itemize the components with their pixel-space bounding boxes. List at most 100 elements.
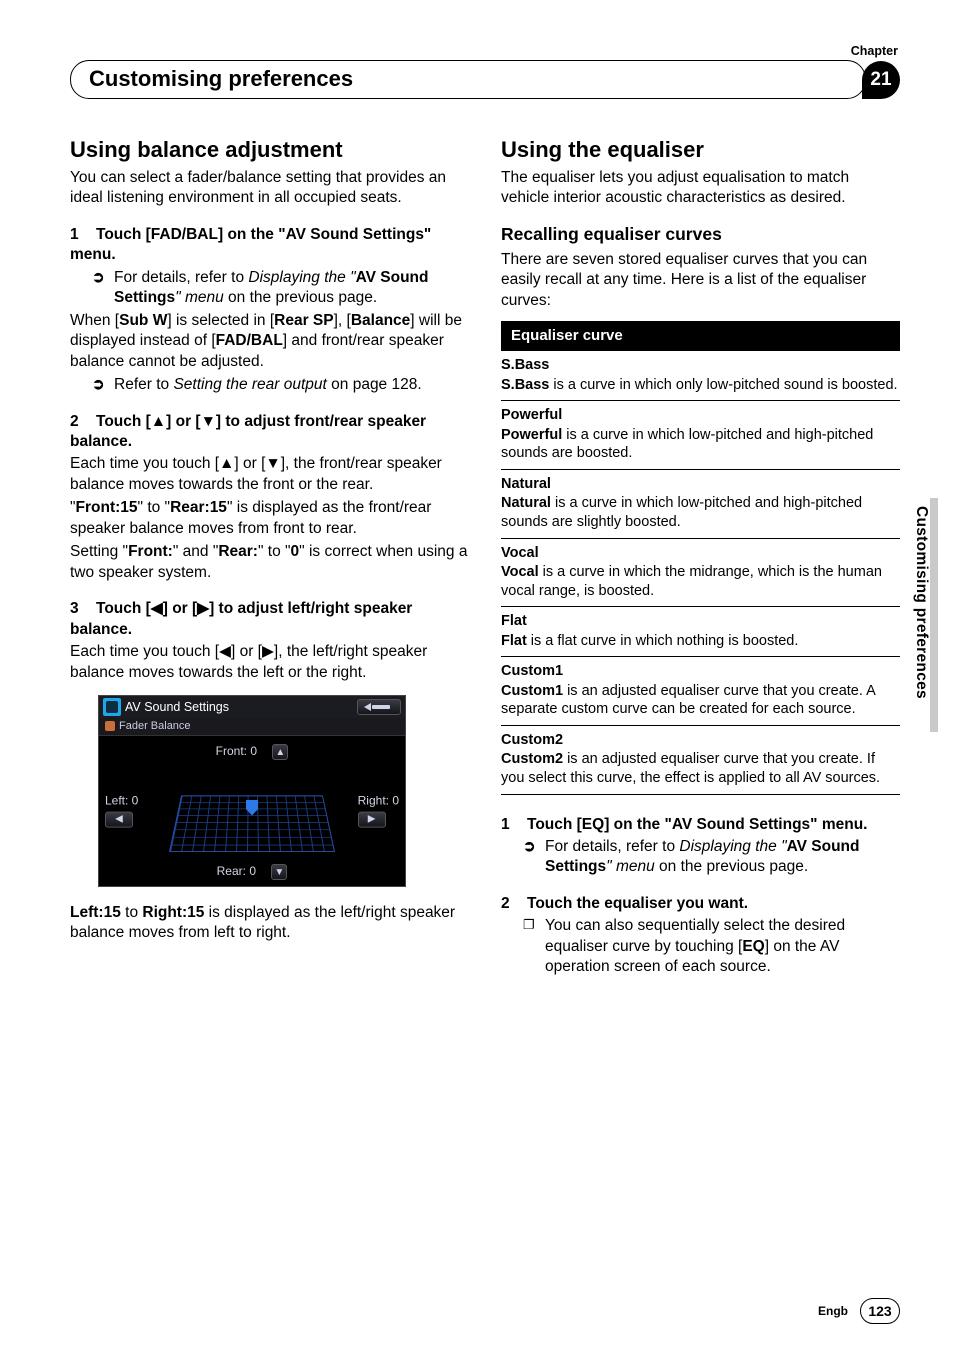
left-label-col: Left: 0 ◀ xyxy=(105,793,138,828)
left-value: Left: 0 xyxy=(105,793,138,807)
t: to xyxy=(121,904,143,921)
eq-step2-number: 2 xyxy=(501,894,527,914)
step2-text-2: "Front:15" to "Rear:15" is displayed as … xyxy=(70,498,469,539)
sub-icon xyxy=(105,721,115,731)
t: ], [ xyxy=(334,312,351,329)
step1-heading: 1Touch [FAD/BAL] on the "AV Sound Settin… xyxy=(70,225,469,266)
ref-text: on the previous page. xyxy=(224,289,377,306)
left-button[interactable]: ◀ xyxy=(105,812,133,828)
right-button[interactable]: ▶ xyxy=(358,812,386,828)
eq-row-title: S.Bass xyxy=(501,356,900,375)
step2-title: Touch [▲] or [▼] to adjust front/rear sp… xyxy=(70,413,426,450)
eq-row-desc: Custom2 is an adjusted equaliser curve t… xyxy=(501,751,880,786)
equaliser-table-row: Flat Flat is a flat curve in which nothin… xyxy=(501,607,900,657)
eq-row-desc: Vocal is a curve in which the midrange, … xyxy=(501,564,882,599)
eq-step1-reference-text: For details, refer to Displaying the "AV… xyxy=(545,837,900,878)
t: Setting the rear output xyxy=(173,376,326,393)
eq-step1-heading: 1Touch [EQ] on the "AV Sound Settings" m… xyxy=(501,815,900,835)
t: Rear SP xyxy=(274,312,333,329)
eq-step2-heading: 2Touch the equaliser you want. xyxy=(501,894,900,914)
pointer-icon: ➲ xyxy=(92,268,114,288)
equaliser-table-row: S.Bass S.Bass is a curve in which only lo… xyxy=(501,351,900,401)
left-right-range-text: Left:15 to Right:15 is displayed as the … xyxy=(70,903,469,944)
left-column: Using balance adjustment You can select … xyxy=(70,135,469,980)
step1-reference: ➲ For details, refer to Displaying the "… xyxy=(92,268,469,309)
t: Front:15 xyxy=(76,499,138,516)
ref-italic: Displaying the xyxy=(248,269,350,286)
eq-row-title: Natural xyxy=(501,475,900,494)
eq-step2-note-text: You can also sequentially select the des… xyxy=(545,916,900,977)
step2-text-1: Each time you touch [▲] or [▼], the fron… xyxy=(70,454,469,495)
step1-title: Touch [FAD/BAL] on the "AV Sound Setting… xyxy=(70,226,431,263)
eq-row-title: Powerful xyxy=(501,406,900,425)
step1-note-subw: When [Sub W] is selected in [Rear SP], [… xyxy=(70,311,469,372)
eq-row-desc: Custom1 is an adjusted equaliser curve t… xyxy=(501,683,875,718)
heading-recalling-curves: Recalling equaliser curves xyxy=(501,223,900,246)
pointer-icon: ➲ xyxy=(523,837,545,857)
t: Rear: xyxy=(218,543,258,560)
down-button[interactable]: ▼ xyxy=(271,864,287,880)
step1-reference-text: For details, refer to Displaying the "AV… xyxy=(114,268,469,309)
t: " to " xyxy=(258,543,291,560)
step2-text-3: Setting "Front:" and "Rear:" to "0" is c… xyxy=(70,542,469,583)
eq-row-desc: S.Bass is a curve in which only low-pitc… xyxy=(501,377,898,393)
ref-text: For details, refer to xyxy=(114,269,248,286)
rear-label-row: Rear: 0 ▼ xyxy=(99,864,405,880)
front-label-row: Front: 0 ▲ xyxy=(99,744,405,760)
t: FAD/BAL xyxy=(216,332,283,349)
t: " menu xyxy=(606,858,655,875)
equaliser-table-row: Custom2Custom2 is an adjusted equaliser … xyxy=(501,726,900,795)
front-value: Front: 0 xyxy=(216,744,257,758)
equaliser-intro: The equaliser lets you adjust equalisati… xyxy=(501,168,900,209)
t: Left:15 xyxy=(70,904,121,921)
right-value: Right: 0 xyxy=(358,793,399,807)
eq-step1-title: Touch [EQ] on the "AV Sound Settings" me… xyxy=(527,816,867,833)
pointer-icon: ➲ xyxy=(92,375,114,395)
equaliser-table-header: Equaliser curve xyxy=(501,321,900,351)
t: Setting " xyxy=(70,543,128,560)
step1-reference-2: ➲ Refer to Setting the rear output on pa… xyxy=(92,375,469,395)
t: EQ xyxy=(742,938,764,955)
screenshot-body: Front: 0 ▲ Left: 0 ◀ Right: 0 ▶ Rear: 0 … xyxy=(99,736,405,886)
eq-step1-reference: ➲ For details, refer to Displaying the "… xyxy=(523,837,900,878)
step3-heading: 3Touch [◀] or [▶] to adjust left/right s… xyxy=(70,599,469,640)
back-button[interactable] xyxy=(357,699,401,715)
page-header: Customising preferences 21 xyxy=(70,60,900,99)
note-icon: ❐ xyxy=(523,916,545,934)
screenshot-title: AV Sound Settings xyxy=(125,699,229,716)
right-label-col: Right: 0 ▶ xyxy=(358,793,399,828)
fader-balance-screenshot: AV Sound Settings Fader Balance Front: 0… xyxy=(98,695,406,887)
eq-row-title: Custom2 xyxy=(501,731,900,750)
right-column: Using the equaliser The equaliser lets y… xyxy=(501,135,900,980)
recalling-curves-text: There are seven stored equaliser curves … xyxy=(501,250,900,311)
t: ] is selected in [ xyxy=(167,312,274,329)
balance-intro: You can select a fader/balance setting t… xyxy=(70,168,469,209)
footer-language: Engb xyxy=(818,1304,848,1318)
heading-equaliser: Using the equaliser xyxy=(501,135,900,164)
eq-row-title: Custom1 xyxy=(501,662,900,681)
eq-row-desc: Flat is a flat curve in which nothing is… xyxy=(501,633,798,649)
eq-row-title: Flat xyxy=(501,612,900,631)
step3-number: 3 xyxy=(70,599,96,619)
t: Balance xyxy=(351,312,410,329)
eq-row-desc: Natural is a curve in which low-pitched … xyxy=(501,495,862,530)
step1-reference-2-text: Refer to Setting the rear output on page… xyxy=(114,375,469,395)
eq-step1-number: 1 xyxy=(501,815,527,835)
step3-title: Touch [◀] or [▶] to adjust left/right sp… xyxy=(70,600,412,637)
eq-row-title: Vocal xyxy=(501,544,900,563)
footer-page-number: 123 xyxy=(860,1298,900,1324)
equaliser-table-row: PowerfulPowerful is a curve in which low… xyxy=(501,401,900,470)
section-title: Customising preferences xyxy=(70,60,866,99)
screenshot-subtitle: Fader Balance xyxy=(119,719,191,734)
t: Displaying the xyxy=(679,838,781,855)
side-tab: Customising preferences xyxy=(912,498,938,732)
step1-number: 1 xyxy=(70,225,96,245)
t: " to " xyxy=(138,499,171,516)
up-button[interactable]: ▲ xyxy=(272,744,288,760)
t: " and " xyxy=(173,543,218,560)
t: When [ xyxy=(70,312,119,329)
ref-italic: " menu xyxy=(175,289,224,306)
t: Front: xyxy=(128,543,173,560)
screenshot-subtitle-row: Fader Balance xyxy=(99,718,405,736)
page-footer: Engb 123 xyxy=(818,1298,900,1324)
